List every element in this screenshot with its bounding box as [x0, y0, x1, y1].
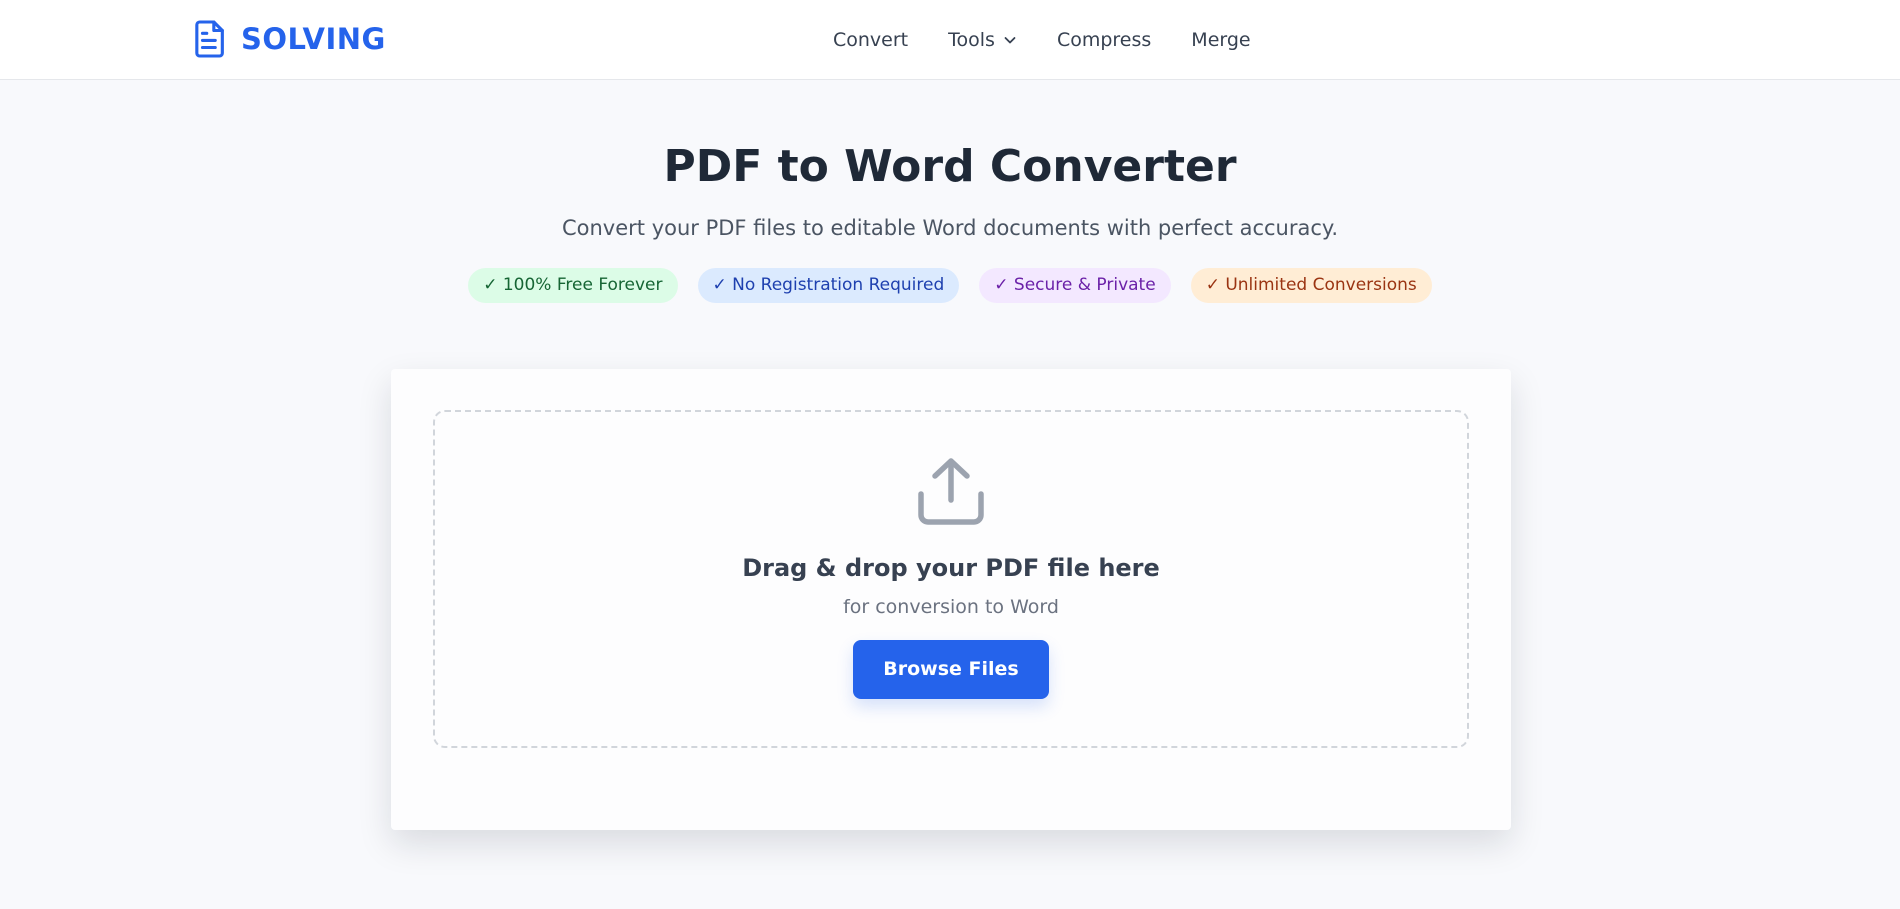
main-nav: Convert Tools Compress Merge [833, 24, 1251, 56]
hero-section: PDF to Word Converter Convert your PDF f… [0, 80, 1900, 303]
badge-secure: ✓ Secure & Private [979, 268, 1171, 303]
brand-name: SOLVING [241, 22, 386, 56]
nav-item-label: Tools [948, 29, 995, 51]
nav-item-merge[interactable]: Merge [1191, 29, 1250, 51]
browse-files-button[interactable]: Browse Files [853, 640, 1049, 699]
file-dropzone[interactable]: Drag & drop your PDF file here for conve… [433, 410, 1469, 748]
nav-item-label: Compress [1056, 29, 1152, 51]
badge-no-registration: ✓ No Registration Required [697, 268, 960, 303]
site-header: SOLVING Convert Tools Compress Merge [0, 0, 1900, 80]
nav-item-label: Merge [1191, 29, 1251, 51]
badge-unlimited: ✓ Unlimited Conversions [1190, 268, 1432, 303]
nav-item-tools[interactable]: Tools [948, 29, 1017, 51]
nav-item-convert[interactable]: Convert [833, 29, 908, 51]
page-title: PDF to Word Converter [663, 141, 1237, 192]
upload-card: Drag & drop your PDF file here for conve… [391, 369, 1511, 830]
nav-item-compress[interactable]: Compress [1057, 29, 1151, 51]
page-subtitle: Convert your PDF files to editable Word … [561, 216, 1339, 240]
document-icon [195, 20, 224, 58]
badge-free: ✓ 100% Free Forever [468, 268, 678, 303]
nav-item-label: Convert [833, 29, 909, 51]
dropzone-title: Drag & drop your PDF file here [742, 554, 1160, 582]
feature-badges: ✓ 100% Free Forever ✓ No Registration Re… [0, 268, 1900, 303]
dropzone-subtitle: for conversion to Word [843, 596, 1059, 618]
upload-icon [918, 458, 984, 525]
chevron-down-icon [1004, 37, 1016, 44]
brand-logo[interactable]: SOLVING [194, 19, 386, 59]
